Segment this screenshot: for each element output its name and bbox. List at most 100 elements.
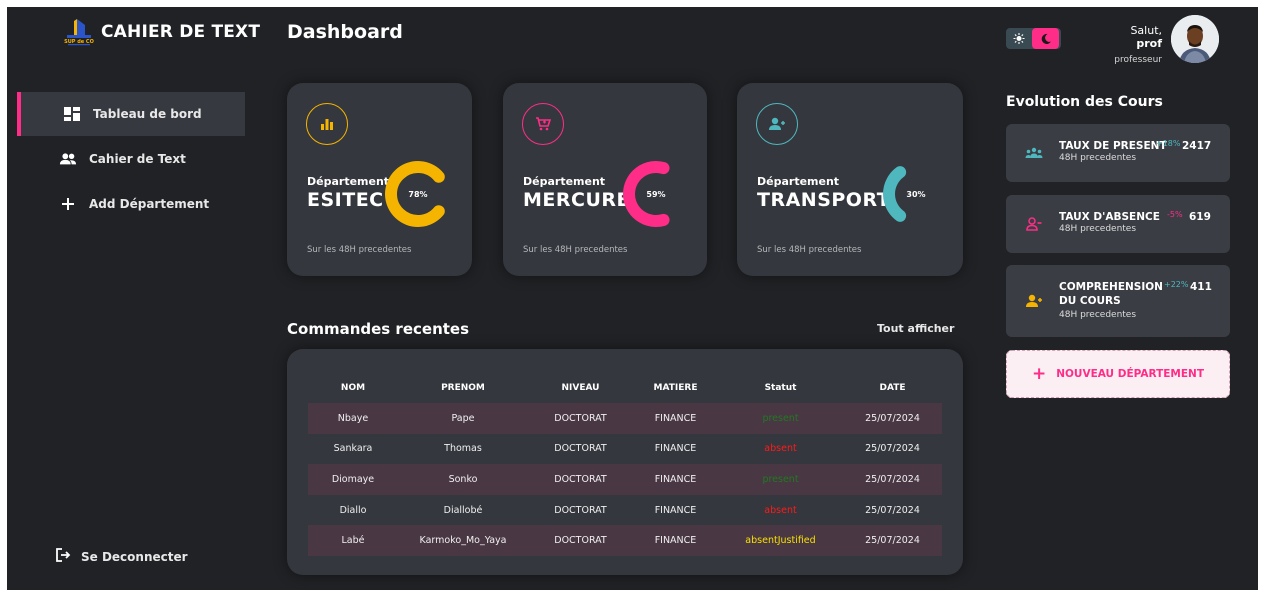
cell-date: 25/07/2024	[865, 443, 920, 455]
cell-prenom: Diallobé	[443, 504, 483, 516]
department-donut: 59%	[623, 161, 670, 227]
stat-card-comprehension[interactable]: COMPREHENSION DU COURS 48H precedentes +…	[1006, 265, 1230, 337]
column-header[interactable]: Statut	[718, 373, 843, 403]
recent-orders-table-card: NOM PRENOM NIVEAU MATIERE Statut DATE Nb…	[287, 349, 963, 575]
avatar[interactable]	[1171, 15, 1219, 63]
stat-change: -5%	[1167, 210, 1183, 219]
sidebar-item-label: Add Département	[89, 197, 210, 211]
cell-prenom: Sonko	[398, 464, 528, 495]
cell-niveau: DOCTORAT	[528, 403, 633, 434]
stat-value: 619	[1189, 211, 1211, 223]
stat-value: 2417	[1182, 140, 1212, 152]
user-info: Salut, prof professeur	[1102, 24, 1162, 65]
page-title: Dashboard	[287, 21, 403, 43]
department-card-transport[interactable]: Département TRANSPORT Sur les 48H preced…	[737, 83, 963, 276]
department-subtitle: Sur les 48H precedentes	[757, 245, 862, 255]
cell-date: 25/07/2024	[843, 403, 942, 434]
column-header[interactable]: DATE	[843, 373, 942, 403]
cell-date: 25/07/2024	[843, 525, 942, 556]
evolution-title: Evolution des Cours	[1006, 94, 1163, 110]
cell-matiere: FINANCE	[633, 525, 718, 556]
bar-chart-icon	[306, 103, 348, 145]
show-all-link[interactable]: Tout afficher	[877, 322, 954, 335]
cell-niveau: DOCTORAT	[528, 464, 633, 495]
department-label: Département	[523, 175, 606, 188]
department-donut: 78%	[385, 161, 445, 227]
dashboard-icon	[63, 106, 81, 122]
cell-date: 25/07/2024	[865, 504, 920, 516]
stat-card-taux-absence[interactable]: TAUX D'ABSENCE 48H precedentes -5% 619	[1006, 195, 1230, 253]
cell-nom: Sankara	[333, 443, 373, 455]
sidebar-item-cahier-de-text[interactable]: Cahier de Text	[17, 137, 245, 181]
stat-title: TAUX D'ABSENCE	[1059, 211, 1160, 223]
plus-icon	[59, 196, 77, 212]
logout-button[interactable]: Se Deconnecter	[55, 547, 188, 566]
app-window: SUP de CO CAHIER DE TEXT Tableau de bord…	[7, 7, 1258, 590]
user-plus-icon	[1025, 293, 1043, 309]
stat-change: +18%	[1156, 139, 1181, 148]
stat-title: TAUX DE PRESENT	[1059, 140, 1167, 152]
department-label: Département	[307, 175, 390, 188]
app-logo[interactable]: SUP de CO CAHIER DE TEXT	[63, 17, 260, 47]
donut-percent-label: 78%	[408, 190, 427, 199]
cell-statut: absent	[764, 443, 797, 455]
sidebar-item-tableau-de-bord[interactable]: Tableau de bord	[17, 92, 245, 136]
donut-percent-label: 59%	[646, 190, 665, 199]
user-minus-icon	[1025, 216, 1043, 232]
department-donut: 30%	[883, 166, 926, 222]
school-logo-icon: SUP de CO	[63, 17, 95, 47]
stat-subtitle: 48H precedentes	[1059, 310, 1137, 320]
new-department-button[interactable]: + NOUVEAU DÉPARTEMENT	[1006, 350, 1230, 398]
stat-title-line-2: DU COURS	[1059, 295, 1121, 307]
table-row[interactable]: Diomaye Sonko DOCTORAT FINANCE present 2…	[308, 464, 942, 495]
logout-label: Se Deconnecter	[81, 549, 188, 564]
cell-nom: Diallo	[339, 504, 367, 516]
stat-title: COMPREHENSION	[1059, 281, 1163, 293]
column-header[interactable]: NOM	[308, 373, 398, 403]
table-row[interactable]: Labé Karmoko_Mo_Yaya DOCTORAT FINANCE ab…	[308, 525, 942, 556]
table-row[interactable]: Diallo Diallobé DOCTORAT FINANCE absent …	[308, 495, 942, 526]
plus-icon: +	[1031, 363, 1047, 384]
users-icon	[59, 151, 77, 167]
cell-prenom: Pape	[398, 403, 528, 434]
dark-mode-icon[interactable]	[1032, 28, 1059, 49]
cell-statut: present	[718, 403, 843, 434]
table-row[interactable]: Nbaye Pape DOCTORAT FINANCE present 25/0…	[308, 403, 942, 434]
cell-matiere: FINANCE	[633, 464, 718, 495]
cell-nom: Diomaye	[308, 464, 398, 495]
department-name: MERCURE	[523, 189, 630, 211]
stat-card-taux-present[interactable]: TAUX DE PRESENT 48H precedentes +18% 241…	[1006, 124, 1230, 182]
column-header[interactable]: PRENOM	[398, 373, 528, 403]
department-name: TRANSPORT	[757, 189, 891, 211]
greeting-text: Salut,	[1130, 24, 1162, 37]
column-header[interactable]: MATIERE	[633, 373, 718, 403]
stat-subtitle: 48H precedentes	[1059, 153, 1137, 163]
cell-niveau: DOCTORAT	[554, 504, 607, 516]
cell-niveau: DOCTORAT	[528, 525, 633, 556]
department-card-mercure[interactable]: Département MERCURE Sur les 48H preceden…	[503, 83, 707, 276]
cart-icon	[522, 103, 564, 145]
theme-toggle[interactable]	[1006, 28, 1061, 49]
cell-date: 25/07/2024	[843, 464, 942, 495]
cell-matiere: FINANCE	[633, 403, 718, 434]
stat-value: 411	[1190, 281, 1212, 293]
cell-prenom: Karmoko_Mo_Yaya	[398, 525, 528, 556]
cell-nom: Nbaye	[308, 403, 398, 434]
table-header-row: NOM PRENOM NIVEAU MATIERE Statut DATE	[308, 373, 942, 403]
department-card-esitec[interactable]: Département ESITEC Sur les 48H precedent…	[287, 83, 472, 276]
light-mode-icon[interactable]	[1006, 28, 1032, 49]
user-name: prof	[1136, 37, 1162, 50]
column-header[interactable]: NIVEAU	[528, 373, 633, 403]
cell-matiere: FINANCE	[654, 504, 697, 516]
sidebar-nav: Tableau de bord Cahier de Text Add Dépar…	[17, 92, 245, 227]
sidebar-item-label: Cahier de Text	[89, 152, 186, 166]
cell-statut: absentJustified	[718, 525, 843, 556]
recent-orders-title: Commandes recentes	[287, 320, 470, 338]
cell-matiere: FINANCE	[654, 443, 697, 455]
new-department-label: NOUVEAU DÉPARTEMENT	[1056, 368, 1205, 380]
cell-nom: Labé	[308, 525, 398, 556]
donut-arc	[883, 166, 907, 222]
table-row[interactable]: Sankara Thomas DOCTORAT FINANCE absent 2…	[308, 434, 942, 465]
sidebar-item-add-departement[interactable]: Add Département	[17, 182, 245, 226]
department-subtitle: Sur les 48H precedentes	[523, 245, 628, 255]
